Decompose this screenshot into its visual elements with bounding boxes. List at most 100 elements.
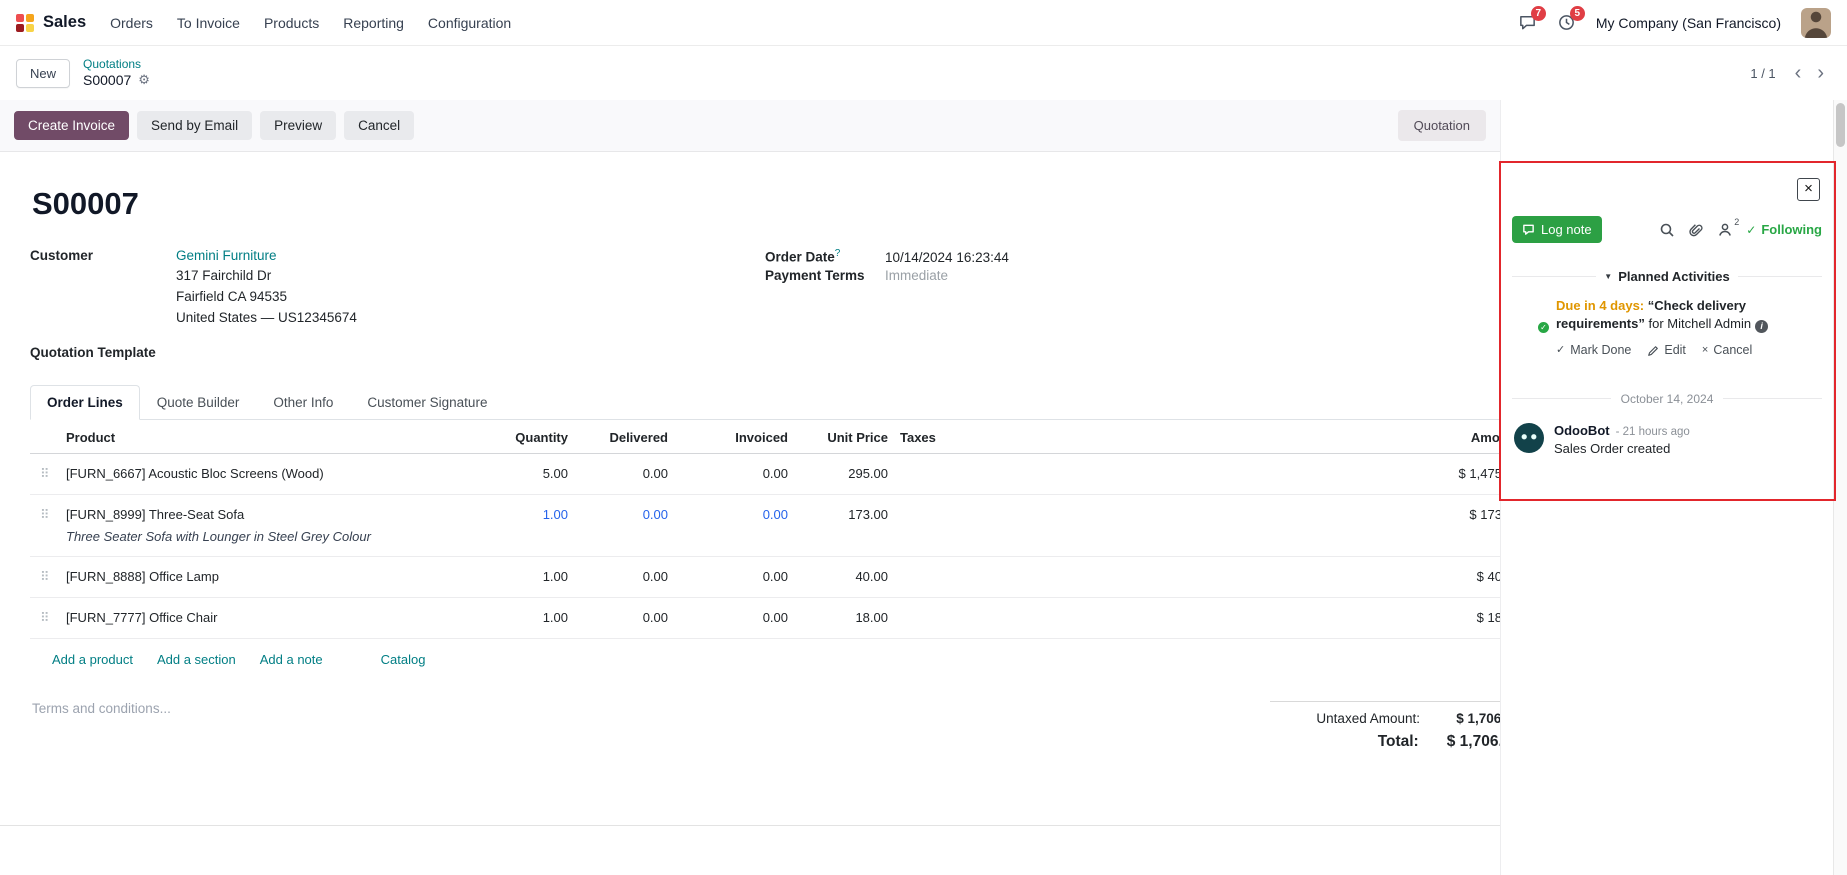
pager-count[interactable]: 1 / 1 (1750, 66, 1775, 81)
cell-invoiced[interactable]: 0.00 (674, 453, 794, 494)
tab-other-info[interactable]: Other Info (256, 385, 350, 420)
column-quantity[interactable]: Quantity (484, 420, 574, 454)
messages-button[interactable]: 7 (1518, 13, 1537, 32)
create-invoice-button[interactable]: Create Invoice (14, 111, 129, 140)
app-title[interactable]: Sales (43, 13, 86, 32)
cell-unit-price[interactable]: 295.00 (794, 453, 894, 494)
pager-previous-button[interactable]: ‹ (1788, 63, 1809, 83)
info-icon[interactable]: i (1755, 320, 1768, 333)
catalog-link[interactable]: Catalog (381, 652, 426, 667)
drag-handle-icon[interactable]: ⠿ (30, 453, 60, 494)
breadcrumb-quotations-link[interactable]: Quotations (83, 57, 150, 71)
cell-taxes[interactable] (894, 597, 1024, 638)
cell-product[interactable]: [FURN_8999] Three-Seat Sofa Three Seater… (60, 494, 484, 556)
column-product[interactable]: Product (60, 420, 484, 454)
record-title: S00007 (32, 186, 1500, 222)
cell-delivered[interactable]: 0.00 (574, 453, 674, 494)
menu-to-invoice[interactable]: To Invoice (165, 0, 252, 46)
cell-product[interactable]: [FURN_7777] Office Chair (60, 597, 484, 638)
add-a-product-link[interactable]: Add a product (52, 652, 133, 667)
cell-amount: $ 1,475.00 (1024, 453, 1500, 494)
pager-next-button[interactable]: › (1810, 63, 1831, 83)
cell-invoiced[interactable]: 0.00 (674, 597, 794, 638)
cell-taxes[interactable] (894, 494, 1024, 556)
terms-and-conditions-field[interactable]: Terms and conditions... (32, 701, 171, 716)
customer-link[interactable]: Gemini Furniture (176, 248, 277, 263)
payment-terms-field[interactable]: Immediate (885, 268, 948, 283)
followers-person-icon (1717, 222, 1733, 238)
company-switcher[interactable]: My Company (San Francisco) (1596, 15, 1781, 31)
user-avatar[interactable] (1801, 8, 1831, 38)
column-taxes[interactable]: Taxes (894, 420, 1024, 454)
menu-orders[interactable]: Orders (98, 0, 165, 46)
gear-icon[interactable]: ⚙ (138, 72, 150, 88)
add-a-section-link[interactable]: Add a section (157, 652, 236, 667)
column-unit-price[interactable]: Unit Price (794, 420, 894, 454)
attach-files-button[interactable] (1688, 222, 1704, 238)
cell-invoiced[interactable]: 0.00 (674, 556, 794, 597)
table-row[interactable]: ⠿ [FURN_8888] Office Lamp 1.00 0.00 0.00… (30, 556, 1500, 597)
table-row[interactable]: ⠿ [FURN_8999] Three-Seat Sofa Three Seat… (30, 494, 1500, 556)
cell-invoiced[interactable]: 0.00 (674, 494, 794, 556)
cancel-activity-button[interactable]: × Cancel (1702, 342, 1752, 360)
cell-delivered[interactable]: 0.00 (574, 556, 674, 597)
tab-order-lines[interactable]: Order Lines (30, 385, 140, 420)
untaxed-amount-label: Untaxed Amount: (1316, 711, 1420, 726)
menu-products[interactable]: Products (252, 0, 331, 46)
drag-handle-icon[interactable]: ⠿ (30, 597, 60, 638)
totals-block: Untaxed Amount: $ 1,706.00 Total: $ 1,70… (1270, 701, 1500, 758)
tab-quote-builder[interactable]: Quote Builder (140, 385, 257, 420)
cell-taxes[interactable] (894, 453, 1024, 494)
column-delivered[interactable]: Delivered (574, 420, 674, 454)
stage-quotation-badge[interactable]: Quotation (1398, 110, 1486, 141)
edit-activity-button[interactable]: Edit (1647, 342, 1686, 360)
chevron-down-icon: ▼ (1604, 272, 1612, 281)
scrollbar-thumb[interactable] (1836, 103, 1845, 147)
search-messages-button[interactable] (1659, 222, 1675, 238)
payment-terms-label: Payment Terms (765, 268, 885, 283)
cell-quantity[interactable]: 5.00 (484, 453, 574, 494)
order-date-field[interactable]: 10/14/2024 16:23:44 (885, 250, 1009, 265)
cell-delivered[interactable]: 0.00 (574, 494, 674, 556)
address-line: 317 Fairchild Dr (176, 266, 765, 287)
cell-amount: $ 173.00 (1024, 494, 1500, 556)
preview-button[interactable]: Preview (260, 111, 336, 140)
cell-quantity[interactable]: 1.00 (484, 556, 574, 597)
chatter-close-button[interactable]: × (1797, 178, 1820, 201)
new-button[interactable]: New (16, 59, 70, 88)
chatter-content: × Log note 2 (1501, 100, 1833, 456)
mark-done-button[interactable]: ✓ Mark Done (1556, 342, 1631, 360)
planned-activities-toggle[interactable]: ▼ Planned Activities (1604, 269, 1729, 284)
menu-reporting[interactable]: Reporting (331, 0, 416, 46)
table-row[interactable]: ⠿ [FURN_6667] Acoustic Bloc Screens (Woo… (30, 453, 1500, 494)
cell-quantity[interactable]: 1.00 (484, 494, 574, 556)
cancel-button[interactable]: Cancel (344, 111, 414, 140)
column-invoiced[interactable]: Invoiced (674, 420, 794, 454)
cell-unit-price[interactable]: 40.00 (794, 556, 894, 597)
followers-button[interactable]: 2 (1717, 222, 1733, 238)
log-note-button[interactable]: Log note (1512, 216, 1602, 243)
message-body: Sales Order created (1554, 441, 1690, 456)
cell-taxes[interactable] (894, 556, 1024, 597)
cell-product[interactable]: [FURN_6667] Acoustic Bloc Screens (Wood) (60, 453, 484, 494)
column-amount[interactable]: Amount (1024, 420, 1500, 454)
add-a-note-link[interactable]: Add a note (260, 652, 323, 667)
cell-delivered[interactable]: 0.00 (574, 597, 674, 638)
customer-address: 317 Fairchild Dr Fairfield CA 94535 Unit… (176, 266, 765, 329)
drag-handle-icon[interactable]: ⠿ (30, 556, 60, 597)
activities-button[interactable]: 5 (1557, 13, 1576, 32)
cell-unit-price[interactable]: 18.00 (794, 597, 894, 638)
cell-quantity[interactable]: 1.00 (484, 597, 574, 638)
planned-activities-header: ▼ Planned Activities (1512, 269, 1822, 284)
tab-customer-signature[interactable]: Customer Signature (350, 385, 504, 420)
table-row[interactable]: ⠿ [FURN_7777] Office Chair 1.00 0.00 0.0… (30, 597, 1500, 638)
apps-menu-icon[interactable] (16, 14, 34, 32)
drag-handle-icon[interactable]: ⠿ (30, 494, 60, 556)
following-toggle[interactable]: ✓ Following (1746, 222, 1822, 237)
top-navbar: Sales Orders To Invoice Products Reporti… (0, 0, 1847, 46)
send-by-email-button[interactable]: Send by Email (137, 111, 252, 140)
cell-product[interactable]: [FURN_8888] Office Lamp (60, 556, 484, 597)
cell-unit-price[interactable]: 173.00 (794, 494, 894, 556)
menu-configuration[interactable]: Configuration (416, 0, 523, 46)
record-pager: 1 / 1 ‹ › (1750, 63, 1831, 83)
